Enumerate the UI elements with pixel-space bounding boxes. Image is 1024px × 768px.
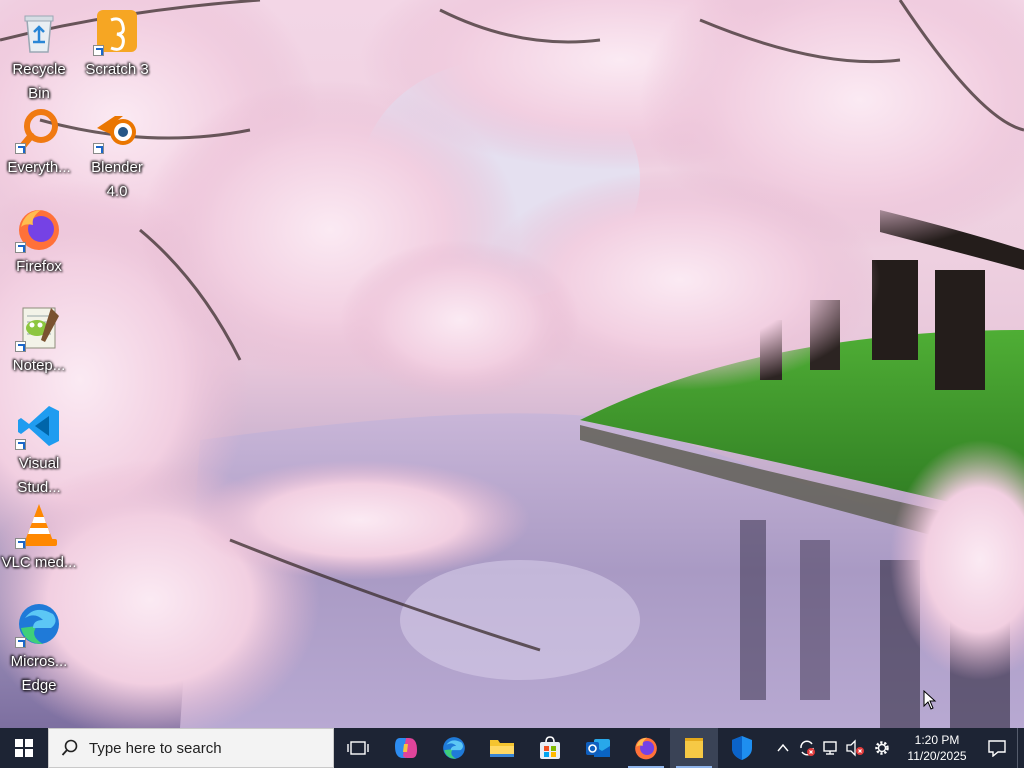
firefox-icon (635, 737, 657, 760)
shortcut-arrow-icon (93, 143, 104, 154)
recycle-bin-icon (15, 8, 63, 56)
taskbar-windows-security-button[interactable] (718, 728, 766, 768)
shortcut-arrow-icon (15, 637, 26, 648)
shortcut-arrow-icon (15, 538, 26, 549)
taskbar-firefox-button[interactable] (622, 728, 670, 768)
desktop-icon-edge[interactable]: Micros... Edge (1, 600, 77, 698)
shortcut-arrow-icon (15, 439, 26, 450)
system-tray: 1:20 PM 11/20/2025 (771, 728, 1024, 768)
taskbar-sticky-notes-button[interactable] (670, 728, 718, 768)
task-view-icon (347, 741, 369, 755)
notification-center-button[interactable] (977, 728, 1017, 768)
taskbar-task-view-button[interactable] (334, 728, 382, 768)
start-button[interactable] (0, 728, 48, 768)
clock-date: 11/20/2025 (907, 749, 967, 763)
scratch-icon (93, 8, 141, 56)
everything-search-icon (15, 106, 63, 154)
notepad-plus-plus-icon (15, 304, 63, 352)
chevron-up-icon (777, 743, 789, 752)
gear-icon (875, 741, 889, 755)
desktop-icon-firefox[interactable]: Firefox (1, 205, 77, 279)
show-desktop-button[interactable] (1017, 728, 1024, 768)
shortcut-arrow-icon (15, 341, 26, 352)
taskbar-search-box[interactable]: Type here to search (48, 728, 334, 768)
tray-settings-button[interactable] (867, 728, 897, 768)
taskbar-store-button[interactable] (526, 728, 574, 768)
desktop-icon-label: Firefox (16, 258, 62, 275)
desktop-icon-label: VLC med... (1, 554, 77, 571)
taskbar: Type here to search 1:20 PM 11/20/2025 (0, 728, 1024, 768)
desktop-icon-label: Recycle Bin (12, 61, 66, 102)
tray-overflow-button[interactable] (771, 728, 795, 768)
shortcut-arrow-icon (15, 143, 26, 154)
desktop-icon-vscode[interactable]: Visual Stud... (1, 402, 77, 500)
edge-icon (443, 737, 465, 759)
taskbar-clock[interactable]: 1:20 PM 11/20/2025 (897, 732, 977, 764)
mouse-cursor (923, 689, 937, 715)
desktop-icon-label: Notep... (12, 357, 66, 374)
desktop-icon-label: Micros... Edge (10, 653, 68, 694)
shortcut-arrow-icon (15, 242, 26, 253)
network-icon (823, 741, 837, 755)
sticky-notes-icon (685, 738, 703, 758)
tray-sync-button[interactable] (795, 728, 819, 768)
search-placeholder: Type here to search (89, 739, 222, 757)
shortcut-arrow-icon (93, 45, 104, 56)
windows-logo-icon (15, 739, 33, 757)
desktop-icon-label: Everyth... (7, 159, 71, 176)
desktop-icon-scratch[interactable]: Scratch 3 (79, 8, 155, 82)
desktop-icon-vlc[interactable]: VLC med... (1, 501, 77, 575)
desktop-icon-recycle-bin[interactable]: Recycle Bin (1, 8, 77, 106)
outlook-icon (586, 739, 610, 757)
taskbar-copilot-button[interactable] (382, 728, 430, 768)
taskbar-file-explorer-button[interactable] (478, 728, 526, 768)
desktop-icon-notepad-plus-plus[interactable]: Notep... (1, 304, 77, 378)
cursor-arrow-icon (923, 689, 937, 710)
notification-icon (988, 740, 1006, 757)
tray-network-button[interactable] (819, 728, 843, 768)
desktop-icon-label: Blender 4.0 (91, 159, 143, 200)
taskbar-outlook-button[interactable] (574, 728, 622, 768)
edge-icon (15, 600, 63, 648)
folder-icon (490, 740, 514, 757)
shield-icon (732, 736, 752, 760)
blender-icon (93, 106, 141, 154)
desktop-icon-blender[interactable]: Blender 4.0 (79, 106, 155, 204)
desktop-icon-label: Scratch 3 (85, 61, 149, 78)
desktop-icon-label: Visual Stud... (17, 455, 61, 496)
vlc-icon (15, 501, 63, 549)
sync-error-icon (800, 740, 815, 756)
volume-muted-icon (846, 739, 864, 757)
copilot-icon (395, 738, 417, 758)
clock-time: 1:20 PM (914, 733, 960, 747)
store-icon (540, 736, 560, 759)
desktop-icon-everything[interactable]: Everyth... (1, 106, 77, 180)
taskbar-edge-button[interactable] (430, 728, 478, 768)
tray-volume-button[interactable] (843, 728, 867, 768)
search-icon (61, 739, 78, 756)
vscode-icon (15, 402, 63, 450)
firefox-icon (15, 205, 63, 253)
